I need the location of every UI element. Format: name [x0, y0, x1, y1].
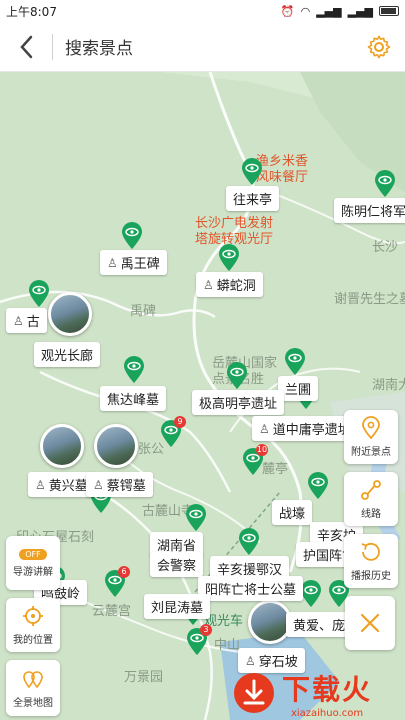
map-pin-eye-icon[interactable] — [121, 222, 143, 250]
signal-icon: ▂▄▆ — [316, 4, 342, 18]
route-icon — [361, 480, 381, 500]
settings-button[interactable] — [353, 22, 405, 72]
top-bar: 搜索景点 — [0, 22, 405, 72]
watermark: 下载火 xiazaihuo.com — [232, 668, 402, 719]
status-bar: 上午8:07 ⏰ ◠ ▂▄▆ ▂▄▆ — [0, 0, 405, 22]
poi-label[interactable]: 战壕 — [272, 500, 313, 525]
close-icon — [360, 613, 380, 633]
map-pin-eye-icon[interactable] — [123, 356, 145, 384]
crosshair-icon — [23, 606, 43, 626]
broadcast-history-button[interactable]: 播报历史 — [344, 534, 398, 588]
poi-label[interactable]: 陈明仁将军 — [334, 198, 405, 223]
wifi-icon: ◠ — [300, 4, 311, 18]
xiejin-label: 谢晋先生之墓 — [334, 292, 405, 307]
tour-guide-button[interactable]: OFF 导游讲解 — [6, 536, 60, 590]
map-pin-eye-icon[interactable] — [185, 504, 207, 532]
map-pin-eye-icon[interactable] — [374, 170, 396, 198]
watermark-text: 下载火 xiazaihuo.com — [282, 668, 372, 719]
pin-count-badge: 10 — [256, 444, 268, 456]
back-arrow-icon — [20, 35, 33, 58]
close-button[interactable] — [345, 596, 395, 650]
restaurant-label-2: 风味餐厅 — [256, 170, 309, 185]
poi-label[interactable]: ♙ 蟒蛇洞 — [196, 272, 263, 297]
status-icons: ⏰ ◠ ▂▄▆ ▂▄▆ — [281, 5, 399, 18]
map-pin-eye-icon[interactable] — [226, 362, 248, 390]
luting-label: 麓亭 — [262, 462, 289, 477]
map-pins-icon — [23, 671, 43, 689]
yubei-label: 禹碑 — [130, 304, 157, 319]
person-icon: ♙ — [245, 653, 256, 668]
map-pin-cluster[interactable]: 3 — [186, 624, 212, 656]
map-pin-eye-icon[interactable] — [241, 158, 263, 186]
map-pin-eye-icon[interactable] — [307, 472, 329, 500]
pin-count-badge: 3 — [200, 624, 212, 636]
yunlugong-label: 云麓宫 — [92, 604, 132, 619]
location-pin-icon — [362, 416, 380, 440]
map-pin-eye-icon[interactable] — [238, 528, 260, 556]
scenic-photo-marker[interactable] — [94, 424, 138, 468]
poi-label[interactable]: ♙ 禹王碑 — [100, 250, 167, 275]
scenic-photo-marker[interactable] — [48, 292, 92, 336]
status-time: 上午8:07 — [6, 4, 57, 19]
person-icon: ♙ — [107, 255, 118, 270]
poi-label[interactable]: 阳阵亡将士公墓 — [198, 576, 304, 601]
panorama-map-button[interactable]: 全景地图 — [6, 660, 60, 716]
wanjingyuan-label: 万景园 — [124, 670, 164, 685]
poi-label[interactable]: ♙ 蔡锷墓 — [86, 472, 153, 497]
map-pin-eye-icon[interactable] — [28, 280, 50, 308]
hunan-univ-label: 湖南大 — [372, 378, 405, 393]
download-fire-logo — [234, 673, 274, 713]
watermark-url: xiazaihuo.com — [290, 707, 364, 719]
poi-label[interactable]: 往来亭 — [226, 186, 280, 211]
person-icon: ♙ — [203, 277, 214, 292]
gear-icon — [367, 35, 391, 58]
zhongshan-label: 中山 — [214, 638, 241, 653]
person-icon: ♙ — [13, 313, 24, 328]
poi-label[interactable]: 刘昆涛墓 — [144, 594, 211, 619]
poi-label[interactable]: ♙ 古 — [6, 308, 47, 333]
alarm-icon: ⏰ — [280, 4, 295, 18]
person-icon: ♙ — [35, 477, 46, 492]
back-button[interactable] — [0, 22, 52, 72]
map-pin-eye-icon[interactable] — [300, 580, 322, 608]
signal-icon-2: ▂▄▆ — [347, 4, 373, 18]
history-icon — [361, 542, 380, 561]
map-pin-cluster[interactable]: 6 — [104, 566, 130, 598]
map-pin-eye-icon[interactable] — [218, 244, 240, 272]
scenic-photo-marker[interactable] — [40, 424, 84, 468]
search-input[interactable]: 搜索景点 — [53, 22, 353, 72]
pin-count-badge: 6 — [118, 566, 130, 578]
watermark-title: 下载火 — [282, 672, 373, 706]
route-button[interactable]: 线路 — [344, 472, 398, 526]
guide-toggle[interactable]: OFF — [19, 548, 47, 560]
poi-label[interactable]: 会警察 — [150, 552, 204, 577]
my-location-button[interactable]: 我的位置 — [6, 598, 60, 652]
person-icon: ♙ — [93, 477, 104, 492]
poi-label[interactable]: 观光长廊 — [34, 342, 101, 367]
changsha-label: 长沙 — [372, 240, 399, 255]
map-pin-eye-icon[interactable] — [284, 348, 306, 376]
poi-label[interactable]: ♙ 黄兴墓 — [28, 472, 95, 497]
poi-label[interactable]: 极高明亭遗址 — [192, 390, 285, 415]
battery-icon — [379, 6, 399, 16]
map-pin-cluster[interactable]: 9 — [160, 416, 186, 448]
pin-count-badge: 9 — [174, 416, 186, 428]
poi-label[interactable]: 焦达峰墓 — [100, 386, 167, 411]
poi-label[interactable]: ♙ 道中庸亭遗址 — [252, 416, 358, 441]
map-pin-cluster[interactable]: 10 — [242, 444, 268, 476]
nearby-spots-button[interactable]: 附近景点 — [344, 410, 398, 464]
person-icon: ♙ — [259, 421, 270, 436]
